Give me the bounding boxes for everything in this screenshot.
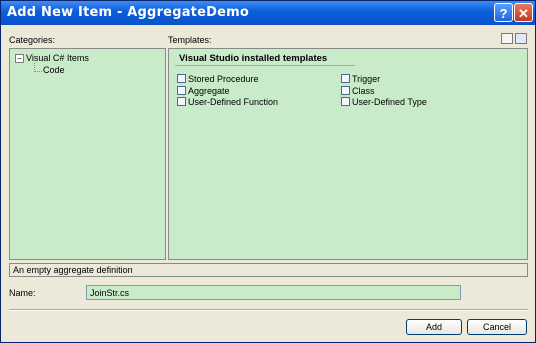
template-aggregate[interactable]: Aggregate	[177, 86, 230, 96]
tree-node-visual-csharp-items[interactable]: Visual C# Items	[26, 53, 89, 63]
cancel-button[interactable]: Cancel	[467, 319, 527, 335]
user-defined-function-icon	[177, 97, 186, 106]
template-stored-procedure[interactable]: Stored Procedure	[177, 74, 259, 84]
template-label: Trigger	[352, 74, 381, 84]
name-label: Name:	[9, 288, 36, 298]
templates-list[interactable]: Visual Studio installed templates Stored…	[168, 48, 528, 260]
template-label: User-Defined Function	[188, 97, 279, 107]
group-divider	[175, 65, 355, 66]
stored-procedure-icon	[177, 74, 186, 83]
template-user-defined-function[interactable]: User-Defined Function	[177, 97, 278, 107]
template-class[interactable]: Class	[341, 86, 375, 96]
small-icons-view-button[interactable]	[515, 33, 527, 44]
template-label: Stored Procedure	[188, 74, 259, 84]
help-button[interactable]: ?	[494, 3, 513, 22]
template-user-defined-type[interactable]: User-Defined Type	[341, 97, 427, 107]
name-input[interactable]	[86, 285, 461, 300]
class-icon	[341, 86, 350, 95]
template-trigger[interactable]: Trigger	[341, 74, 380, 84]
template-label: User-Defined Type	[352, 97, 427, 107]
user-defined-type-icon	[341, 97, 350, 106]
template-description: An empty aggregate definition	[9, 263, 528, 277]
aggregate-icon	[177, 86, 186, 95]
categories-label: Categories:	[9, 35, 56, 45]
large-icons-view-button[interactable]	[501, 33, 513, 44]
categories-tree[interactable]: − Visual C# Items Code	[9, 48, 166, 260]
collapse-icon[interactable]: −	[15, 54, 24, 63]
templates-label: Templates:	[168, 35, 212, 45]
templates-group-heading: Visual Studio installed templates	[179, 53, 328, 64]
close-button[interactable]: ✕	[514, 3, 533, 22]
add-new-item-dialog: Add New Item - AggregateDemo ? ✕ Categor…	[0, 0, 536, 343]
title-bar[interactable]: Add New Item - AggregateDemo ? ✕	[1, 1, 535, 25]
template-label: Class	[352, 86, 375, 96]
add-button[interactable]: Add	[406, 319, 462, 335]
tree-connector	[34, 71, 42, 73]
window-title: Add New Item - AggregateDemo	[7, 5, 249, 20]
separator	[9, 309, 528, 311]
template-label: Aggregate	[188, 86, 230, 96]
tree-node-code[interactable]: Code	[43, 65, 65, 75]
trigger-icon	[341, 74, 350, 83]
